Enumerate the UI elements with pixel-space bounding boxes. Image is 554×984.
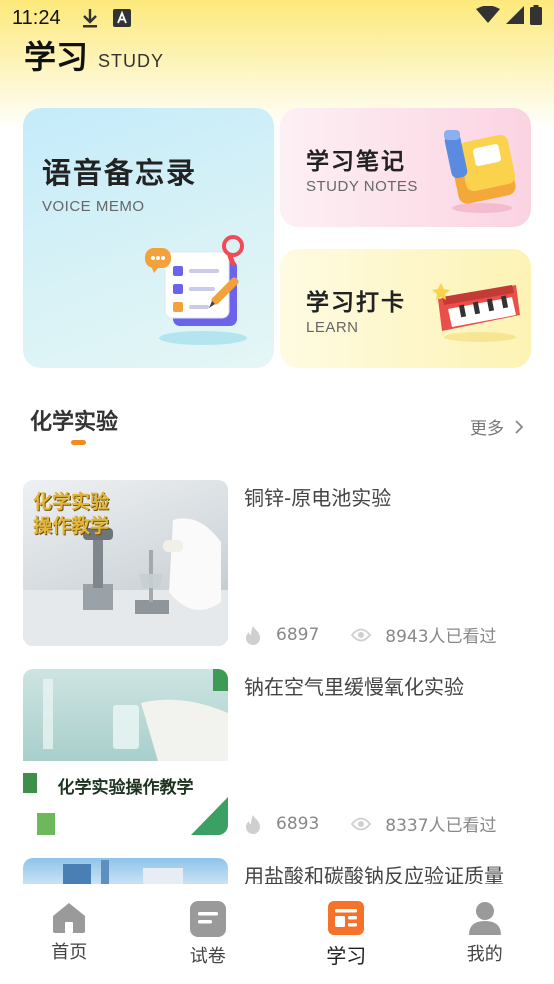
page-subtitle: STUDY — [98, 51, 165, 71]
wifi-icon — [476, 5, 500, 30]
nav-profile[interactable]: 我的 — [416, 884, 554, 984]
heat-count: 6893 — [276, 813, 320, 834]
more-link[interactable]: 更多 — [470, 414, 524, 439]
study-notes-title: 学习笔记 — [306, 149, 406, 175]
nav-label: 试卷 — [189, 946, 226, 967]
heat-stat: 6893 — [244, 814, 319, 834]
section-underline — [71, 440, 86, 445]
study-notes-card[interactable]: 学习笔记 STUDY NOTES — [280, 108, 531, 227]
video-thumbnail — [23, 858, 228, 884]
learn-checkin-subtitle: LEARN — [306, 319, 359, 336]
video-meta: 6897 8943人已看过 — [244, 622, 497, 647]
thumbnail-text: 操作教学 — [33, 515, 110, 537]
list-item[interactable]: 用盐酸和碳酸钠反应验证质量 — [23, 858, 533, 884]
voice-memo-subtitle: VOICE MEMO — [42, 198, 145, 215]
study-notes-subtitle: STUDY NOTES — [306, 178, 418, 195]
flame-icon — [246, 625, 260, 645]
status-time: 11:24 — [12, 6, 61, 29]
thumbnail-text: 化学实验 — [33, 491, 110, 513]
video-thumbnail: 化学实验 操作教学 — [23, 480, 228, 646]
profile-icon — [468, 902, 501, 935]
more-label: 更多 — [470, 419, 504, 439]
voice-memo-title: 语音备忘录 — [42, 156, 198, 190]
flame-icon — [246, 814, 260, 834]
nav-label: 首页 — [51, 942, 88, 963]
eye-icon — [351, 628, 372, 641]
views-count: 8337人已看过 — [385, 816, 497, 836]
nav-label: 我的 — [466, 944, 503, 965]
nav-study[interactable]: 学习 — [277, 884, 416, 984]
learn-checkin-card[interactable]: 学习打卡 LEARN — [280, 249, 531, 368]
paper-icon — [189, 901, 226, 937]
nav-label: 学习 — [326, 944, 367, 968]
section-title: 化学实验 — [30, 410, 119, 435]
download-icon — [81, 7, 99, 29]
battery-icon — [530, 5, 542, 31]
status-bar: 11:24 — [0, 0, 554, 36]
video-title: 钠在空气里缓慢氧化实验 — [244, 675, 464, 699]
page-title: 学习 — [24, 38, 89, 76]
font-icon — [112, 9, 131, 27]
bottom-nav: 首页 试卷 学习 我的 — [0, 884, 554, 984]
video-meta: 6893 8337人已看过 — [244, 811, 497, 836]
views-stat: 8337人已看过 — [351, 811, 497, 836]
thumbnail-text: 化学实验操作教学 — [57, 778, 194, 798]
heat-stat: 6897 — [244, 625, 319, 645]
eye-icon — [351, 817, 372, 830]
nav-paper[interactable]: 试卷 — [139, 884, 278, 984]
video-title: 铜锌-原电池实验 — [244, 486, 392, 510]
views-count: 8943人已看过 — [385, 627, 497, 647]
keyboard-illustration-icon — [432, 283, 520, 342]
study-icon — [328, 901, 365, 935]
page-header: 学习 STUDY — [24, 36, 164, 76]
voice-memo-card[interactable]: 语音备忘录 VOICE MEMO — [23, 108, 274, 368]
chevron-right-icon — [515, 419, 524, 434]
views-stat: 8943人已看过 — [351, 622, 497, 647]
video-thumbnail: 化学实验操作教学 — [23, 669, 228, 835]
list-item[interactable]: 化学实验操作教学 钠在空气里缓慢氧化实验 6893 8337人已看过 — [23, 669, 533, 836]
learn-checkin-title: 学习打卡 — [306, 290, 406, 316]
heat-count: 6897 — [276, 624, 320, 645]
video-title: 用盐酸和碳酸钠反应验证质量 — [244, 864, 504, 884]
home-icon — [53, 903, 86, 933]
memo-illustration-icon — [145, 235, 247, 345]
list-item[interactable]: 化学实验 操作教学 铜锌-原电池实验 6897 8943人已看过 — [23, 480, 533, 647]
nav-home[interactable]: 首页 — [0, 884, 139, 984]
notebook-illustration-icon — [444, 130, 516, 213]
signal-icon — [506, 6, 524, 30]
